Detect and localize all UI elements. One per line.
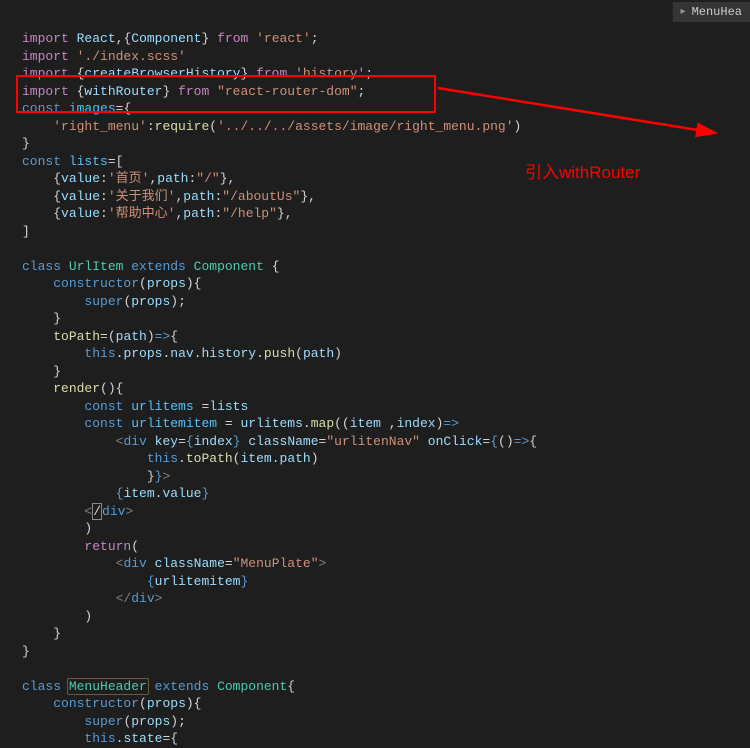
code-line[interactable]: ) <box>22 608 750 626</box>
code-line[interactable]: import {withRouter} from "react-router-d… <box>22 83 750 101</box>
code-line[interactable]: {value:'首页',path:"/"}, <box>22 170 750 188</box>
code-line[interactable]: 'right_menu':require('../../../assets/im… <box>22 118 750 136</box>
code-line[interactable]: const lists=[ <box>22 153 750 171</box>
code-line[interactable]: } <box>22 363 750 381</box>
code-line[interactable]: render(){ <box>22 380 750 398</box>
code-line[interactable] <box>22 660 750 678</box>
code-line[interactable]: toPath=(path)=>{ <box>22 328 750 346</box>
code-line[interactable] <box>22 240 750 258</box>
code-line[interactable]: {value:'帮助中心',path:"/help"}, <box>22 205 750 223</box>
code-line[interactable]: } <box>22 625 750 643</box>
code-line[interactable]: const urlitems =lists <box>22 398 750 416</box>
code-line[interactable]: } <box>22 135 750 153</box>
code-line[interactable]: this.props.nav.history.push(path) <box>22 345 750 363</box>
code-line[interactable]: import React,{Component} from 'react'; <box>22 30 750 48</box>
code-line[interactable]: super(props); <box>22 713 750 731</box>
annotation-text: 引入withRouter <box>525 158 640 183</box>
code-line[interactable]: class UrlItem extends Component { <box>22 258 750 276</box>
code-line[interactable]: const urlitemitem = urlitems.map((item ,… <box>22 415 750 433</box>
code-editor[interactable]: import React,{Component} from 'react';im… <box>0 0 750 748</box>
code-line[interactable]: class MenuHeader extends Component{ <box>22 678 750 696</box>
code-line[interactable]: {urlitemitem} <box>22 573 750 591</box>
code-line[interactable]: super(props); <box>22 293 750 311</box>
code-line[interactable]: <div key={index} className="urlitenNav" … <box>22 433 750 451</box>
code-line[interactable]: <div className="MenuPlate"> <box>22 555 750 573</box>
code-line[interactable]: const images={ <box>22 100 750 118</box>
code-line[interactable]: {value:'关于我们',path:"/aboutUs"}, <box>22 188 750 206</box>
code-line[interactable]: constructor(props){ <box>22 695 750 713</box>
code-line[interactable]: return( <box>22 538 750 556</box>
code-line[interactable]: this.state={ <box>22 730 750 748</box>
code-line[interactable]: constructor(props){ <box>22 275 750 293</box>
code-line[interactable]: </div> <box>22 590 750 608</box>
code-line[interactable]: {item.value} <box>22 485 750 503</box>
code-line[interactable]: import {createBrowserHistory} from 'hist… <box>22 65 750 83</box>
code-line[interactable]: this.toPath(item.path) <box>22 450 750 468</box>
code-line[interactable]: ) <box>22 520 750 538</box>
code-line[interactable]: } <box>22 643 750 661</box>
code-line[interactable]: import './index.scss' <box>22 48 750 66</box>
code-line[interactable]: ] <box>22 223 750 241</box>
code-line[interactable]: } <box>22 310 750 328</box>
code-line[interactable]: </div> <box>22 503 750 521</box>
code-line[interactable]: }}> <box>22 468 750 486</box>
